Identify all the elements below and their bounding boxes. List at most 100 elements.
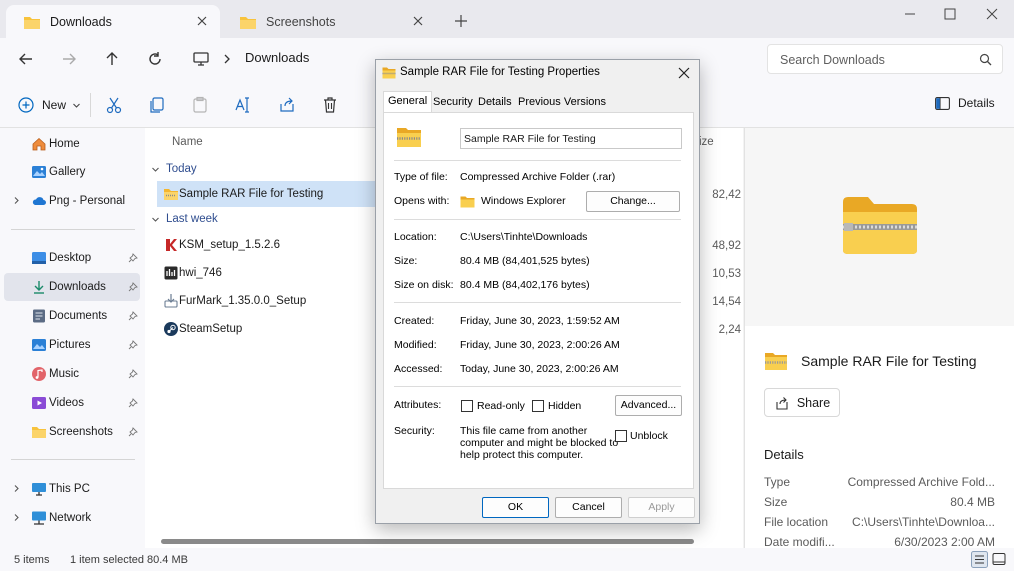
sidebar-label: Music: [49, 368, 80, 380]
tab-security[interactable]: Security: [429, 93, 477, 112]
filename-field[interactable]: Sample RAR File for Testing: [460, 128, 682, 149]
search-placeholder: Search Downloads: [780, 53, 885, 67]
unblock-checkbox[interactable]: [615, 430, 627, 442]
breadcrumb[interactable]: Downloads: [245, 50, 309, 65]
share-button[interactable]: Share: [764, 388, 840, 417]
close-tab-icon[interactable]: [410, 13, 426, 29]
maximize-icon[interactable]: [942, 6, 958, 22]
security-text-line: This file came from another: [460, 425, 588, 437]
sidebar-label: Network: [49, 512, 92, 524]
selection-count: 1 item selected: [70, 554, 144, 566]
separator: [394, 160, 681, 161]
separator: [394, 386, 681, 387]
minimize-icon[interactable]: [902, 6, 918, 22]
change-button[interactable]: Change...: [586, 191, 680, 212]
details-view-icon[interactable]: [971, 551, 988, 568]
detail-key: Date modifi...: [764, 535, 835, 549]
back-arrow-icon[interactable]: [17, 50, 35, 68]
title-bar: Downloads Screenshots: [0, 0, 1014, 42]
location-label: Location:: [394, 231, 437, 243]
pin-icon[interactable]: [128, 340, 138, 350]
file-row-sample-rar[interactable]: Sample RAR File for Testing: [157, 181, 385, 207]
tab-downloads[interactable]: Downloads: [6, 5, 220, 38]
tab-details[interactable]: Details: [474, 93, 516, 112]
chevron-down-icon: [152, 167, 159, 172]
sidebar-item-pictures[interactable]: Pictures: [4, 331, 140, 359]
group-header-last-week[interactable]: Last week: [151, 213, 218, 225]
general-tab-panel: Sample RAR File for Testing Type of file…: [383, 112, 694, 489]
details-toggle-button[interactable]: Details: [935, 96, 995, 110]
archive-folder-icon: [164, 189, 178, 200]
sidebar-item-onedrive[interactable]: Png - Personal: [4, 187, 140, 215]
cancel-button[interactable]: Cancel: [555, 497, 622, 518]
forward-arrow-icon[interactable]: [60, 50, 78, 68]
advanced-button[interactable]: Advanced...: [615, 395, 682, 416]
sidebar-item-music[interactable]: Music: [4, 360, 140, 388]
tab-general[interactable]: General: [383, 91, 433, 113]
new-button[interactable]: New: [18, 94, 81, 116]
close-tab-icon[interactable]: [194, 13, 210, 29]
horizontal-scrollbar[interactable]: [161, 539, 694, 544]
security-text-line: help protect this computer.: [460, 449, 584, 461]
pin-icon[interactable]: [128, 398, 138, 408]
detail-key: File location: [764, 515, 829, 529]
pictures-icon: [32, 339, 46, 351]
share-icon[interactable]: [277, 95, 297, 115]
tab-label: Screenshots: [266, 14, 336, 29]
network-icon: [32, 511, 46, 525]
ok-button[interactable]: OK: [482, 497, 549, 518]
modified-label: Modified:: [394, 339, 437, 351]
cut-icon[interactable]: [104, 95, 124, 115]
tab-previous-versions[interactable]: Previous Versions: [514, 93, 610, 112]
size-label: Size:: [394, 255, 418, 267]
sidebar-label: Home: [49, 138, 80, 150]
pin-icon[interactable]: [128, 427, 138, 437]
pin-icon[interactable]: [128, 282, 138, 292]
hidden-checkbox[interactable]: [532, 400, 544, 412]
group-label: Last week: [166, 213, 218, 225]
up-arrow-icon[interactable]: [103, 50, 121, 68]
chevron-right-icon[interactable]: [12, 196, 21, 205]
properties-dialog: Sample RAR File for Testing Properties G…: [375, 59, 700, 524]
desktop-icon: [32, 252, 46, 264]
paste-icon[interactable]: [190, 95, 210, 115]
sidebar-item-network[interactable]: Network: [4, 504, 140, 532]
pin-icon[interactable]: [128, 253, 138, 263]
rename-icon[interactable]: [233, 95, 253, 115]
column-header-name[interactable]: Name: [172, 136, 203, 148]
delete-icon[interactable]: [320, 95, 340, 115]
readonly-checkbox[interactable]: [461, 400, 473, 412]
close-window-icon[interactable]: [984, 6, 1000, 22]
tiles-view-icon[interactable]: [992, 552, 1006, 566]
accessed-label: Accessed:: [394, 363, 443, 375]
copy-icon[interactable]: [147, 95, 167, 115]
created-value: Friday, June 30, 2023, 1:59:52 AM: [460, 315, 620, 327]
pin-icon[interactable]: [128, 311, 138, 321]
sidebar-item-this-pc[interactable]: This PC: [4, 475, 140, 503]
computer-icon[interactable]: [192, 50, 210, 68]
sidebar-item-desktop[interactable]: Desktop: [4, 244, 140, 272]
sidebar-item-home[interactable]: Home: [4, 130, 140, 158]
file-name: hwi_746: [179, 267, 222, 279]
sidebar-item-documents[interactable]: Documents: [4, 302, 140, 330]
tab-screenshots[interactable]: Screenshots: [222, 5, 436, 38]
sidebar-item-gallery[interactable]: Gallery: [4, 158, 140, 186]
close-icon[interactable]: [677, 66, 691, 80]
sidebar-label: This PC: [49, 483, 90, 495]
nav-divider: [11, 459, 135, 460]
sidebar-label: Videos: [49, 397, 84, 409]
column-header-size[interactable]: ize: [699, 136, 714, 148]
chevron-right-icon[interactable]: [12, 513, 21, 522]
search-input[interactable]: Search Downloads: [767, 44, 1003, 74]
new-tab-icon[interactable]: [453, 13, 469, 29]
unblock-label: Unblock: [630, 430, 668, 442]
refresh-icon[interactable]: [146, 50, 164, 68]
sidebar-item-screenshots[interactable]: Screenshots: [4, 418, 140, 446]
chevron-right-icon[interactable]: [12, 484, 21, 493]
sidebar-item-downloads[interactable]: Downloads: [4, 273, 140, 301]
group-header-today[interactable]: Today: [151, 163, 197, 175]
search-icon: [979, 53, 992, 66]
sidebar-item-videos[interactable]: Videos: [4, 389, 140, 417]
apply-button[interactable]: Apply: [628, 497, 695, 518]
pin-icon[interactable]: [128, 369, 138, 379]
